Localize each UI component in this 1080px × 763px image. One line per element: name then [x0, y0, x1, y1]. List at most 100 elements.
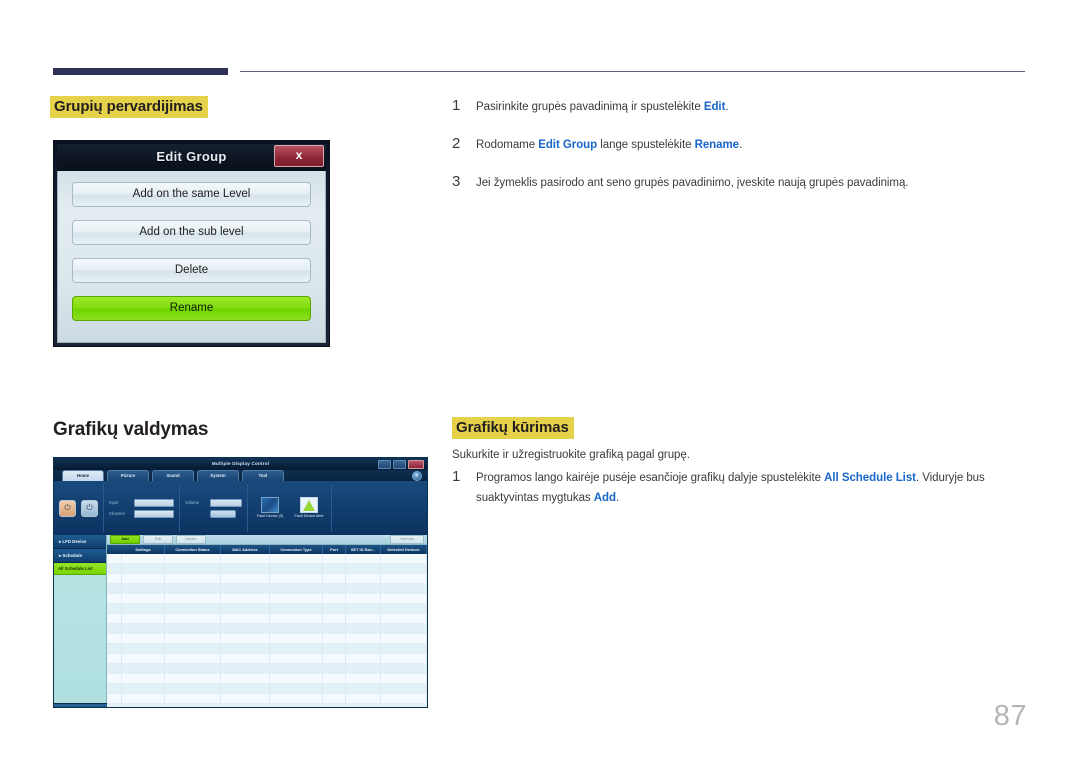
table-cell — [270, 624, 323, 633]
table-cell — [381, 604, 427, 613]
table-cell — [381, 574, 427, 583]
tab-home[interactable]: Home — [62, 470, 104, 481]
table-header-cell[interactable]: Detected Devices — [381, 545, 427, 554]
table-cell — [165, 644, 221, 653]
table-cell — [270, 594, 323, 603]
channel-select[interactable] — [134, 509, 174, 518]
input-label: Input — [109, 500, 119, 505]
table-cell — [346, 654, 381, 663]
table-row[interactable] — [107, 604, 427, 614]
sidebar-item-schedule[interactable]: ▸ Schedule — [54, 549, 106, 563]
power-on-icon[interactable]: ⏻ — [59, 499, 76, 517]
table-body — [107, 554, 427, 707]
table-cell — [346, 644, 381, 653]
table-row[interactable] — [107, 684, 427, 694]
table-row[interactable] — [107, 584, 427, 594]
table-cell — [270, 614, 323, 623]
table-row[interactable] — [107, 564, 427, 574]
step-number: 2 — [452, 135, 461, 152]
sidebar-item-lfd-device[interactable]: ▸ LFD Device — [54, 535, 106, 549]
tab-tool[interactable]: Tool — [242, 470, 284, 481]
table-row[interactable] — [107, 634, 427, 644]
table-cell — [323, 564, 346, 573]
table-header-cell[interactable]: Connection Type — [270, 545, 323, 554]
table-row[interactable] — [107, 654, 427, 664]
table-row[interactable] — [107, 554, 427, 564]
table-header-cell[interactable]: Settings — [122, 545, 165, 554]
table-row[interactable] — [107, 614, 427, 624]
close-icon[interactable]: x — [274, 145, 324, 167]
refresh-button[interactable]: Refresh — [390, 535, 424, 544]
table-cell — [107, 654, 122, 663]
maximize-icon[interactable] — [393, 460, 406, 469]
header-accent-bar — [53, 68, 228, 75]
add-same-level-button[interactable]: Add on the same Level — [72, 182, 311, 207]
input-select[interactable] — [134, 498, 174, 507]
table-cell — [221, 654, 270, 663]
table-cell — [270, 574, 323, 583]
table-row[interactable] — [107, 594, 427, 604]
minimize-icon[interactable] — [378, 460, 391, 469]
mdc-app-screenshot: Multiple Display Control Home Picture Soun… — [53, 457, 428, 708]
table-cell — [323, 604, 346, 613]
add-button[interactable]: Add — [110, 535, 140, 544]
step-text-part: Jei žymeklis pasirodo ant seno grupės pa… — [476, 177, 909, 189]
table-cell — [381, 614, 427, 623]
table-cell — [270, 694, 323, 703]
mute-button[interactable] — [210, 509, 236, 518]
table-cell — [323, 674, 346, 683]
close-icon[interactable] — [408, 460, 424, 469]
table-header-cell[interactable]: Connection Status — [165, 545, 221, 554]
table-cell — [221, 584, 270, 593]
table-cell — [165, 594, 221, 603]
table-cell — [107, 694, 122, 703]
table-cell — [221, 624, 270, 633]
step-text-part: Pasirinkite grupės pavadinimą ir spustel… — [476, 101, 704, 113]
fault-device-alert-item[interactable]: Fault Device Alert — [292, 497, 326, 519]
step-item: 1 Pasirinkite grupės pavadinimą ir spuste… — [452, 97, 1030, 117]
sidebar-item-all-schedule-list[interactable]: All Schedule List — [54, 563, 106, 575]
table-cell — [221, 564, 270, 573]
edit-button[interactable]: Edit — [143, 535, 173, 544]
fault-alert-label: Fault Device Alert — [294, 514, 324, 519]
power-off-icon[interactable]: ⏻ — [81, 499, 98, 517]
delete-button[interactable]: Delete — [72, 258, 311, 283]
table-cell — [381, 664, 427, 673]
app-main: ▸ LFD Device ▸ Schedule All Schedule List … — [54, 535, 427, 707]
table-cell — [323, 694, 346, 703]
table-cell — [165, 664, 221, 673]
emphasis-term: Rename — [694, 139, 740, 151]
table-cell — [323, 624, 346, 633]
table-cell — [323, 634, 346, 643]
fault-device-item[interactable]: Fault Device (0) — [253, 497, 287, 519]
table-cell — [107, 564, 122, 573]
table-header-cell[interactable]: SET ID Ran... — [346, 545, 381, 554]
step-number: 1 — [452, 468, 461, 485]
add-sub-level-button[interactable]: Add on the sub level — [72, 220, 311, 245]
ribbon-group-volume: Volume — [180, 484, 248, 532]
delete-button[interactable]: Delete — [176, 535, 206, 544]
table-header-cell[interactable]: MAC Address — [221, 545, 270, 554]
table-row[interactable] — [107, 624, 427, 634]
table-cell — [221, 554, 270, 563]
table-cell — [346, 624, 381, 633]
section-heading-schedule-management: Grafikų valdymas — [53, 419, 209, 440]
table-row[interactable] — [107, 674, 427, 684]
rename-button[interactable]: Rename — [72, 296, 311, 321]
volume-select[interactable] — [210, 498, 242, 507]
table-row[interactable] — [107, 644, 427, 654]
table-cell — [323, 614, 346, 623]
table-row[interactable] — [107, 664, 427, 674]
table-cell — [270, 684, 323, 693]
step-number: 3 — [452, 173, 461, 190]
table-cell — [122, 654, 165, 663]
table-row[interactable] — [107, 694, 427, 704]
tab-sound[interactable]: Sound — [152, 470, 194, 481]
help-icon[interactable]: ? — [412, 471, 422, 481]
table-cell — [381, 624, 427, 633]
table-cell — [165, 694, 221, 703]
table-row[interactable] — [107, 574, 427, 584]
tab-system[interactable]: System — [197, 470, 239, 481]
tab-picture[interactable]: Picture — [107, 470, 149, 481]
table-header-cell[interactable]: Port — [323, 545, 346, 554]
